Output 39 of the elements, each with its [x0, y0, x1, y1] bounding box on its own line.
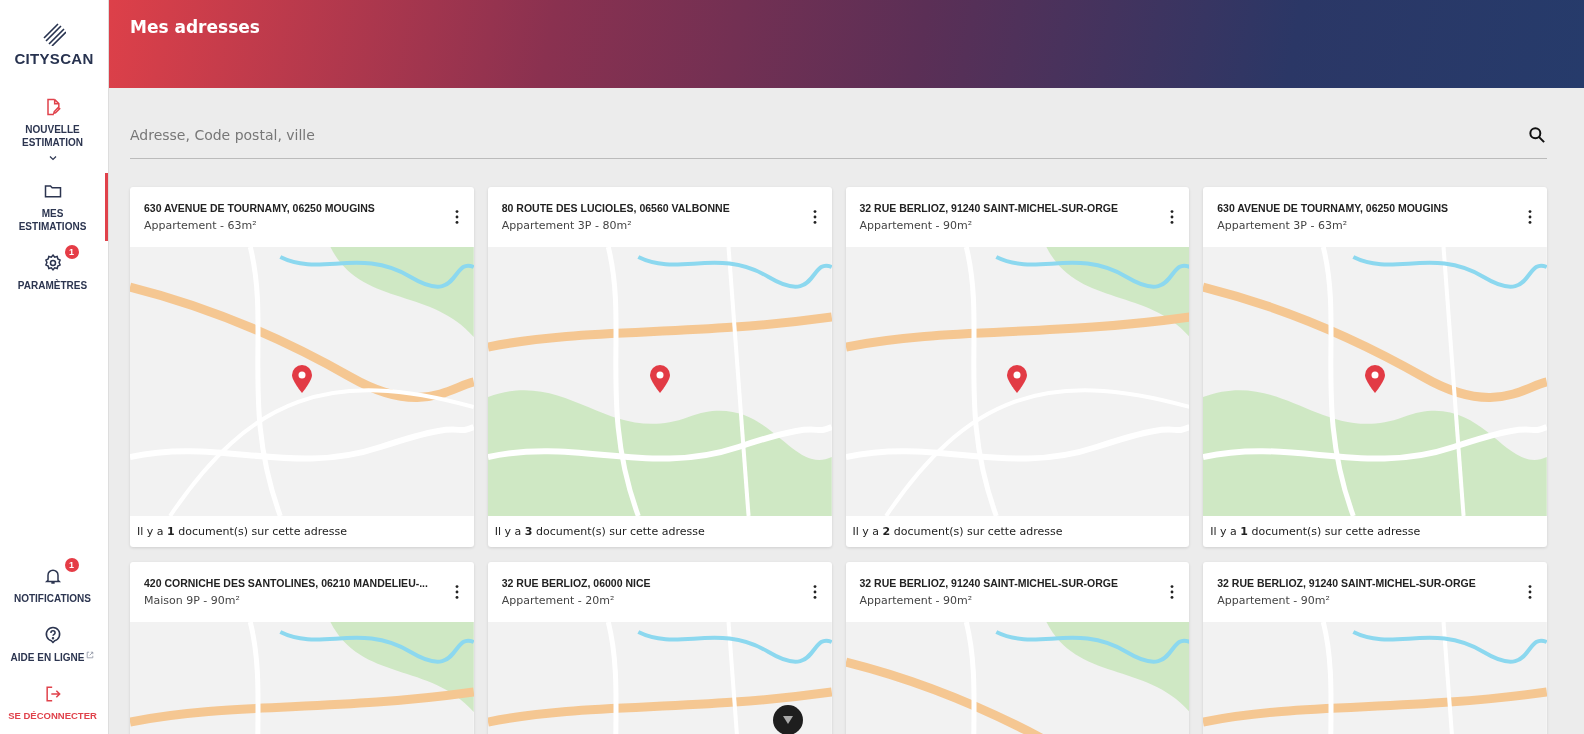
sidebar-nav-item[interactable]: 1 NOTIFICATIONS	[0, 557, 108, 613]
document-count: Il y a 1 document(s) sur cette adresse	[1209, 524, 1422, 540]
notification-badge: 1	[64, 557, 79, 572]
card-address: 630 AVENUE DE TOURNAMY, 06250 MOUGINS	[144, 202, 375, 214]
sidebar-nav-item[interactable]: MES ESTIMATIONS	[0, 173, 108, 241]
document-count: Il y a 1 document(s) sur cette adresse	[136, 524, 348, 540]
card-address: 630 AVENUE DE TOURNAMY, 06250 MOUGINS	[1217, 202, 1449, 214]
address-card[interactable]: 420 CORNICHE DES SANTOLINES, 06210 MANDELIEU-... Maison 9P - 90m²	[130, 562, 474, 734]
address-card[interactable]: 32 RUE BERLIOZ, 91240 SAINT-MICHEL-SUR-ORGE Appartement - 90m²	[845, 562, 1190, 734]
address-card[interactable]: 32 RUE BERLIOZ, 91240 SAINT-MICHEL-SUR-ORGE Appartement - 90m²	[1203, 562, 1547, 734]
card-property-details: Appartement - 90m²	[1217, 594, 1331, 607]
notification-badge: 1	[64, 245, 79, 259]
card-address: 32 RUE BERLIOZ, 91240 SAINT-MICHEL-SUR-ORGE	[859, 202, 1118, 214]
page-title: Mes adresses	[130, 16, 261, 37]
card-property-details: Appartement - 90m²	[859, 219, 974, 232]
card-address: 32 RUE BERLIOZ, 91240 SAINT-MICHEL-SUR-ORGE	[1217, 577, 1476, 589]
address-card[interactable]: 630 AVENUE DE TOURNAMY, 06250 MOUGINS Appartement - 63m² Il y a 1 document(s) sur cette adresse	[130, 187, 474, 547]
sidebar-nav-item[interactable]: AIDE EN LIGNE	[0, 616, 108, 672]
address-card[interactable]: 630 AVENUE DE TOURNAMY, 06250 MOUGINS Appartement 3P - 63m² Il y a 1 document(s) sur cette adresse	[1203, 187, 1547, 547]
card-property-details: Appartement 3P - 80m²	[501, 219, 633, 232]
sidebar-nav-item[interactable]: NOUVELLE ESTIMATION	[0, 89, 108, 169]
card-property-details: Appartement 3P - 63m²	[1217, 219, 1349, 232]
document-count: Il y a 3 document(s) sur cette adresse	[493, 524, 706, 540]
card-property-details: Maison 9P - 90m²	[144, 594, 241, 607]
address-card[interactable]: 32 RUE BERLIOZ, 06000 NICE Appartement - 20m²	[487, 562, 832, 734]
card-property-details: Appartement - 63m²	[144, 219, 258, 232]
document-count: Il y a 2 document(s) sur cette adresse	[851, 524, 1064, 540]
card-property-details: Appartement - 20m²	[501, 594, 616, 607]
card-address: 32 RUE BERLIOZ, 91240 SAINT-MICHEL-SUR-ORGE	[859, 577, 1118, 589]
address-card[interactable]: 32 RUE BERLIOZ, 91240 SAINT-MICHEL-SUR-ORGE Appartement - 90m² Il y a 2 document(s) sur cette adresse	[845, 187, 1190, 547]
card-property-details: Appartement - 90m²	[859, 594, 974, 607]
logo-wordmark: CITYSCAN	[14, 50, 94, 67]
card-address: 420 CORNICHE DES SANTOLINES, 06210 MANDELIEU-...	[144, 577, 428, 589]
address-card[interactable]: 80 ROUTE DES LUCIOLES, 06560 VALBONNE Appartement 3P - 80m² Il y a 3 document(s) sur cette adresse	[487, 187, 832, 547]
search-field[interactable]: Adresse, Code postal, ville	[130, 127, 1527, 143]
card-address: 32 RUE BERLIOZ, 06000 NICE	[501, 577, 651, 589]
sidebar-nav-item[interactable]: SE DÉCONNECTER	[0, 675, 108, 730]
sidebar-nav-item[interactable]: 1 PARAMÈTRES	[0, 245, 108, 300]
card-address: 80 ROUTE DES LUCIOLES, 06560 VALBONNE	[501, 202, 730, 214]
